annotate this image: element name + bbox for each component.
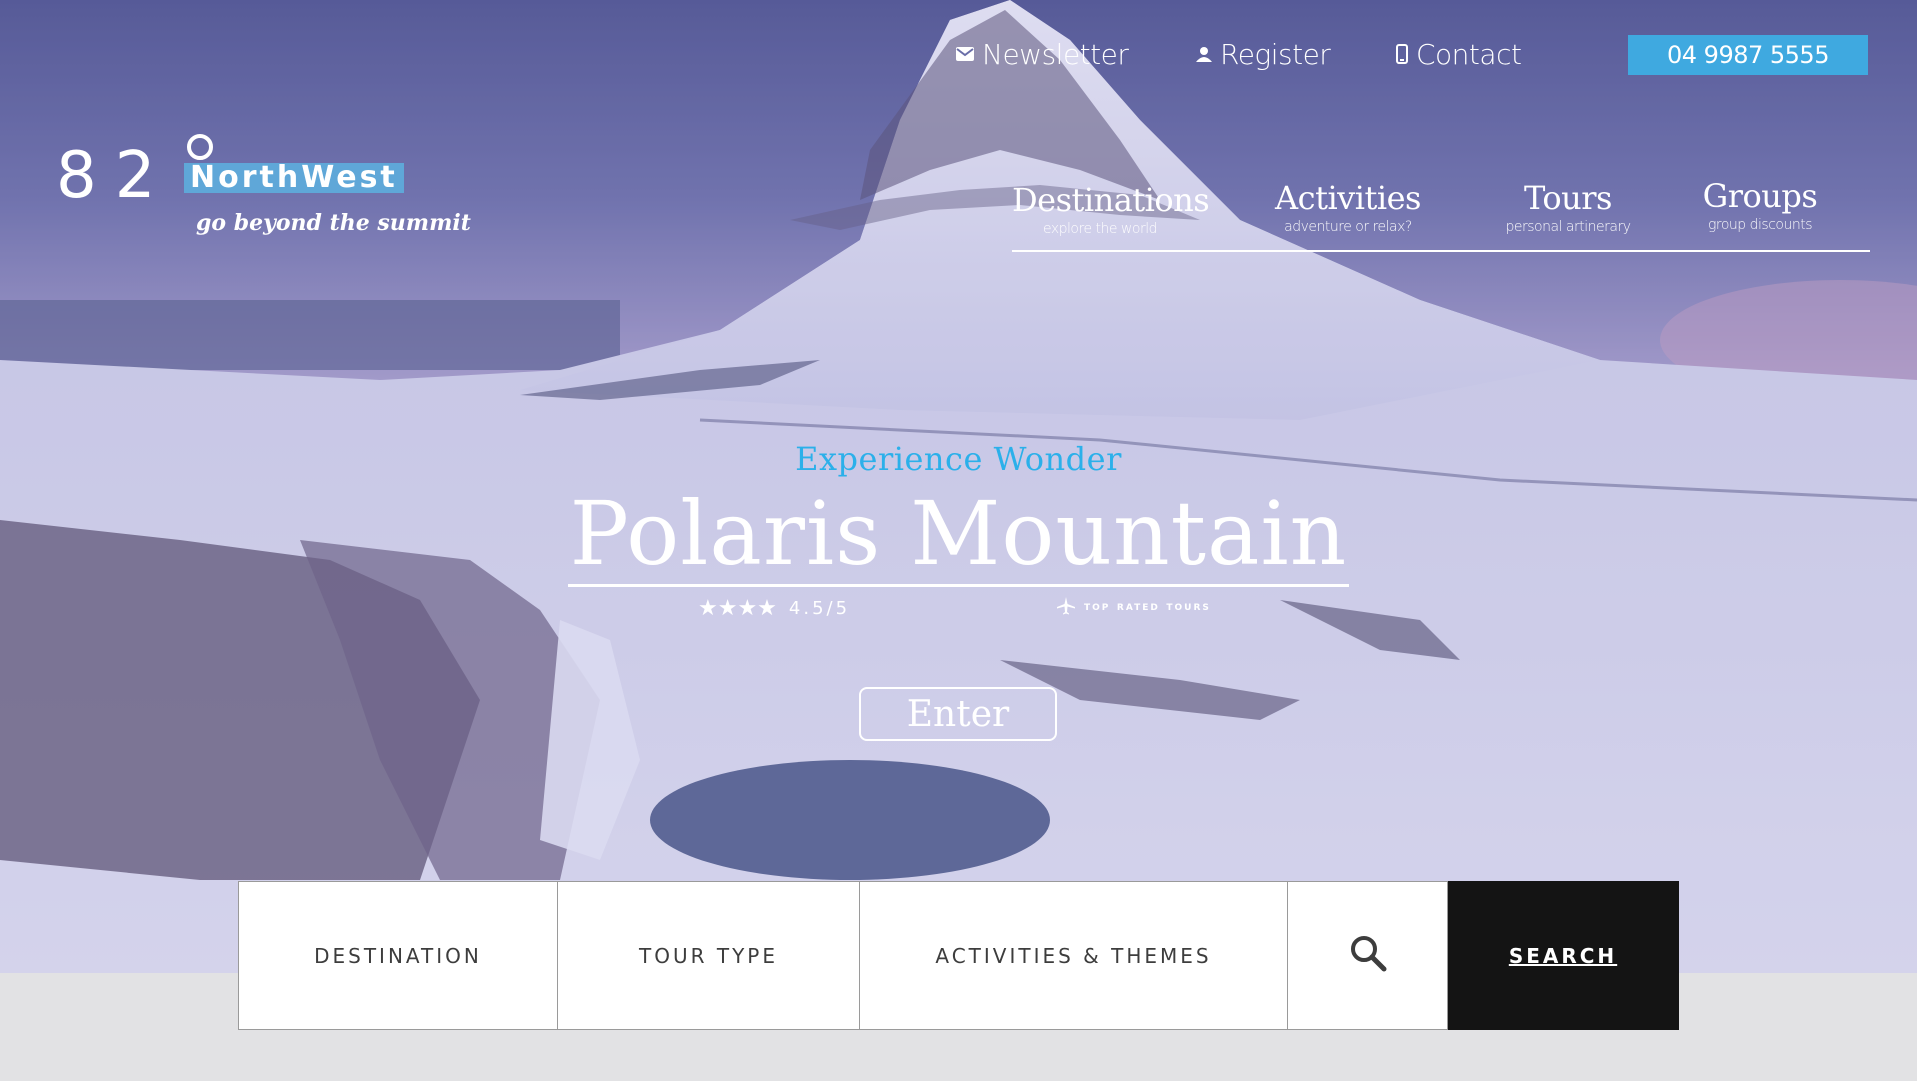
rating: ★★★★ 4.5/5 <box>698 596 850 621</box>
search-button[interactable]: SEARCH <box>1448 881 1679 1030</box>
nav-title: Destinations <box>1012 181 1210 219</box>
hero-title-wrap: Polaris Mountain <box>0 484 1917 587</box>
nav-title: Tours <box>1524 179 1612 217</box>
nav-subtitle: personal artinerary <box>1505 219 1631 235</box>
logo-brand: NorthWest <box>184 163 404 193</box>
enter-button[interactable]: Enter <box>859 687 1057 741</box>
main-nav: Destinations explore the world Activitie… <box>1012 176 1870 252</box>
airplane-icon <box>1056 596 1076 616</box>
register-label: Register <box>1220 37 1331 71</box>
hero-banner: Newsletter Register Contact 04 9987 5555… <box>0 0 1917 973</box>
nav-item-tours[interactable]: Tours personal artinerary <box>1490 178 1646 236</box>
star-rating-icon: ★★★★ <box>698 596 777 621</box>
nav-item-activities[interactable]: Activities adventure or relax? <box>1266 178 1430 236</box>
top-rated-label: top rated tours <box>1084 598 1211 614</box>
activities-themes-dropdown[interactable]: ACTIVITIES & THEMES <box>860 881 1288 1030</box>
newsletter-link[interactable]: Newsletter <box>956 34 1129 74</box>
hero-eyebrow: Experience Wonder <box>795 440 1122 478</box>
tour-type-dropdown[interactable]: TOUR TYPE <box>558 881 860 1030</box>
nav-subtitle: adventure or relax? <box>1284 219 1412 235</box>
nav-title: Activities <box>1275 179 1421 217</box>
nav-title: Groups <box>1702 177 1818 215</box>
destination-dropdown[interactable]: DESTINATION <box>238 881 558 1030</box>
phone-icon <box>1396 44 1408 64</box>
newsletter-label: Newsletter <box>982 37 1129 71</box>
nav-subtitle: explore the world <box>1043 221 1157 237</box>
logo-number: 82 <box>56 139 174 213</box>
nav-item-groups[interactable]: Groups group discounts <box>1688 176 1832 234</box>
degree-symbol <box>187 134 213 160</box>
phone-number-button[interactable]: 04 9987 5555 <box>1628 35 1868 75</box>
search-bar: DESTINATION TOUR TYPE ACTIVITIES & THEME… <box>238 881 1679 1030</box>
envelope-icon <box>956 47 974 61</box>
hero-title: Polaris Mountain <box>567 482 1350 587</box>
rating-value: 4.5/5 <box>788 598 851 619</box>
logo-tagline: go beyond the summit <box>196 210 471 236</box>
nav-item-destinations[interactable]: Destinations explore the world <box>1012 180 1210 238</box>
nav-subtitle: group discounts <box>1708 217 1813 233</box>
user-icon <box>1196 46 1212 62</box>
contact-link[interactable]: Contact <box>1396 34 1522 74</box>
search-icon <box>1348 933 1388 978</box>
site-logo[interactable]: 82 NorthWest go beyond the summit <box>56 130 476 250</box>
top-rated-badge: top rated tours <box>1056 596 1211 616</box>
search-icon-cell[interactable] <box>1288 881 1448 1030</box>
contact-label: Contact <box>1416 37 1522 71</box>
register-link[interactable]: Register <box>1196 34 1331 74</box>
